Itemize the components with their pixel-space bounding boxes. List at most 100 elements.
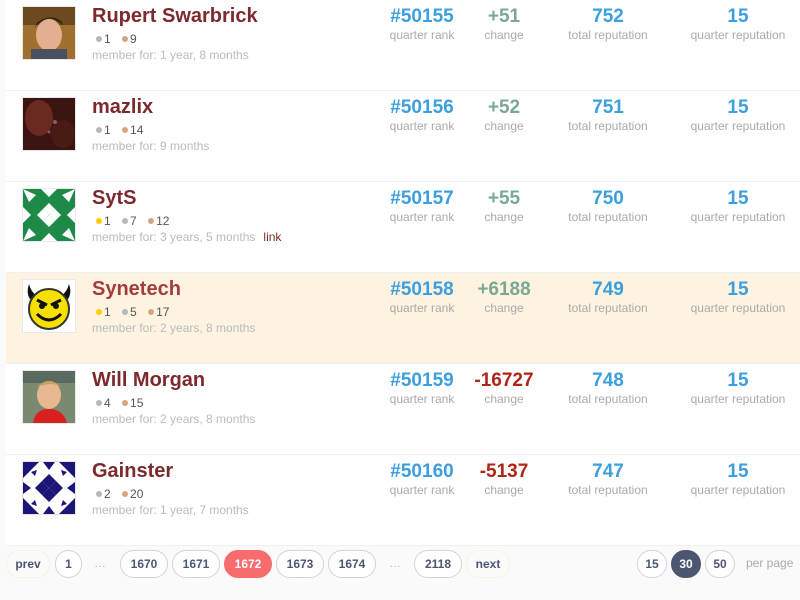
rank-change: +55 change — [484, 188, 524, 224]
total-reputation: 747 total reputation — [568, 461, 648, 497]
quarter-reputation: 15 quarter reputation — [690, 461, 786, 497]
silver-badge-icon — [122, 309, 129, 315]
rank-change: -5137 change — [479, 461, 529, 497]
pagination-ellipsis: … — [94, 556, 106, 570]
quarter-rank: #50157 quarter rank — [389, 188, 455, 224]
avatar[interactable] — [22, 188, 76, 242]
silver-badge: 1 — [96, 32, 111, 46]
member-duration: member for: 3 years, 5 months link — [92, 230, 282, 244]
user-row-highlighted: Synetech 1 5 17 member for: 2 years, 8 m… — [6, 273, 800, 364]
silver-badge-icon — [96, 127, 102, 133]
user-photo-icon — [23, 371, 75, 423]
badge-counts: 1 7 12 — [96, 214, 177, 228]
pagination-ellipsis: … — [389, 556, 401, 570]
silver-badge-icon — [96, 36, 102, 42]
per-page-30-button[interactable]: 30 — [671, 550, 701, 578]
per-page-50-button[interactable]: 50 — [705, 550, 735, 578]
user-photo-icon — [23, 98, 75, 150]
bronze-badge-icon — [122, 491, 129, 497]
avatar[interactable] — [22, 461, 76, 515]
gold-badge-icon — [96, 218, 102, 224]
bronze-badge-icon — [122, 127, 129, 133]
avatar[interactable] — [22, 6, 76, 60]
bronze-badge-icon — [122, 400, 129, 406]
avatar[interactable] — [22, 370, 76, 424]
user-row: Rupert Swarbrick 1 9 member for: 1 year,… — [6, 0, 800, 91]
quarter-rank: #50160 quarter rank — [389, 461, 455, 497]
rank-change: +51 change — [484, 6, 524, 42]
page-button[interactable]: 1 — [55, 550, 82, 578]
quarter-reputation: 15 quarter reputation — [690, 370, 786, 406]
silver-badge: 5 — [122, 305, 137, 319]
badge-counts: 2 20 — [96, 487, 151, 501]
bronze-badge-icon — [122, 36, 129, 42]
page-button[interactable]: 1670 — [120, 550, 168, 578]
page-button[interactable]: 1674 — [328, 550, 376, 578]
quarter-reputation: 15 quarter reputation — [690, 6, 786, 42]
member-duration: member for: 1 year, 8 months — [92, 48, 249, 62]
user-name-link[interactable]: Rupert Swarbrick — [92, 5, 258, 28]
user-row: mazlix 1 14 member for: 9 months #50156 … — [6, 91, 800, 182]
avatar[interactable] — [22, 97, 76, 151]
badge-counts: 1 5 17 — [96, 305, 177, 319]
current-page-button[interactable]: 1672 — [224, 550, 272, 578]
quarter-rank: #50158 quarter rank — [389, 279, 455, 315]
user-name-link[interactable]: Will Morgan — [92, 369, 205, 392]
user-row: Gainster 2 20 member for: 1 year, 7 mont… — [6, 455, 800, 546]
identicon-icon — [23, 462, 75, 514]
identicon-icon — [23, 189, 75, 241]
silver-badge: 1 — [96, 123, 111, 137]
per-page-15-button[interactable]: 15 — [637, 550, 667, 578]
member-duration: member for: 9 months — [92, 139, 210, 153]
rank-change: -16727 change — [474, 370, 534, 406]
quarter-reputation: 15 quarter reputation — [690, 188, 786, 224]
badge-counts: 1 14 — [96, 123, 151, 137]
page-button[interactable]: 1673 — [276, 550, 324, 578]
bronze-badge-icon — [148, 309, 155, 315]
quarter-reputation: 15 quarter reputation — [690, 97, 786, 133]
rank-change: +6188 change — [477, 279, 531, 315]
user-photo-icon — [23, 7, 75, 59]
user-row: SytS 1 7 12 member for: 3 years, 5 month… — [6, 182, 800, 273]
bronze-badge: 20 — [122, 487, 143, 501]
silver-badge-icon — [122, 218, 129, 224]
badge-counts: 1 9 — [96, 32, 145, 46]
silver-badge-icon — [96, 400, 102, 406]
user-name-link[interactable]: Gainster — [92, 460, 173, 483]
gold-badge: 1 — [96, 305, 111, 319]
avatar[interactable] — [22, 279, 76, 333]
total-reputation: 752 total reputation — [568, 6, 648, 42]
user-name-link[interactable]: mazlix — [92, 96, 153, 119]
per-page-label: per page — [746, 556, 794, 570]
quarter-rank: #50155 quarter rank — [389, 6, 455, 42]
prev-page-button[interactable]: prev — [6, 550, 50, 578]
next-page-button[interactable]: next — [466, 550, 510, 578]
gold-badge-icon — [96, 309, 102, 315]
rank-change: +52 change — [484, 97, 524, 133]
bronze-badge: 9 — [122, 32, 137, 46]
total-reputation: 751 total reputation — [568, 97, 648, 133]
quarter-rank: #50159 quarter rank — [389, 370, 455, 406]
member-duration: member for: 2 years, 8 months — [92, 321, 256, 335]
silver-badge-icon — [96, 491, 102, 497]
member-duration: member for: 2 years, 8 months — [92, 412, 256, 426]
silver-badge: 2 — [96, 487, 111, 501]
website-link[interactable]: link — [263, 230, 281, 244]
silver-badge: 4 — [96, 396, 111, 410]
user-row: Will Morgan 4 15 member for: 2 years, 8 … — [6, 364, 800, 455]
devil-smiley-icon — [23, 280, 75, 332]
user-name-link[interactable]: SytS — [92, 187, 136, 210]
silver-badge: 7 — [122, 214, 137, 228]
last-page-button[interactable]: 2118 — [414, 550, 462, 578]
bronze-badge: 17 — [148, 305, 169, 319]
badge-counts: 4 15 — [96, 396, 151, 410]
user-name-link[interactable]: Synetech — [92, 278, 181, 301]
bronze-badge: 15 — [122, 396, 143, 410]
quarter-reputation: 15 quarter reputation — [690, 279, 786, 315]
total-reputation: 749 total reputation — [568, 279, 648, 315]
pagination: prev 1 … 1670 1671 1672 1673 1674 … 2118… — [6, 550, 800, 580]
gold-badge: 1 — [96, 214, 111, 228]
page-button[interactable]: 1671 — [172, 550, 220, 578]
total-reputation: 750 total reputation — [568, 188, 648, 224]
member-duration: member for: 1 year, 7 months — [92, 503, 249, 517]
